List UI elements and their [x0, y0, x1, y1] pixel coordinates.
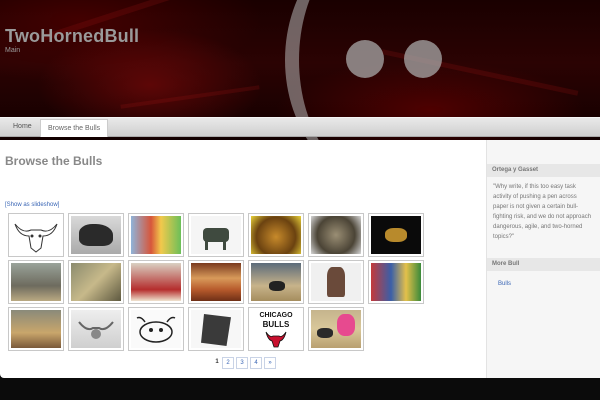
thumbnail-image	[11, 263, 61, 301]
thumbnail-bull-photo[interactable]	[68, 213, 124, 257]
page-title: Browse the Bulls	[5, 154, 103, 168]
sidebar-quote-heading: Ortega y Gasset	[487, 164, 600, 177]
thumbnail-image	[11, 310, 61, 348]
chicago-bulls-head-icon	[265, 331, 287, 348]
pagination-next-button[interactable]: »	[264, 357, 276, 369]
chicago-text: CHICAGO	[259, 312, 293, 319]
banner-texture	[120, 85, 260, 109]
nav-item-browse-the-bulls[interactable]: Browse the Bulls	[40, 119, 109, 137]
thumbnail-image: CHICAGO BULLS	[251, 310, 301, 348]
thumbnail-image	[11, 216, 61, 254]
thumbnail-image	[371, 263, 421, 301]
thumbnail-image	[371, 216, 421, 254]
thumbnail-image	[71, 216, 121, 254]
nav-item-home[interactable]: Home	[6, 120, 39, 134]
thumbnail-golden-bull-head[interactable]	[248, 213, 304, 257]
sidebar-quote-text: "Why write, if this too easy task activi…	[493, 184, 592, 240]
pagination-page-2[interactable]: 2	[222, 357, 234, 369]
bull-horns-icon	[78, 321, 114, 339]
thumbnail-bullfighter-action[interactable]	[8, 307, 64, 351]
main-navigation: Home Browse the Bulls	[0, 117, 600, 137]
bulls-text: BULLS	[262, 320, 290, 329]
thumbnail-bull-artifact-dark[interactable]	[368, 213, 424, 257]
thumbnail-image	[71, 263, 121, 301]
content-area: Browse the Bulls [Show as slideshow] CHI…	[0, 140, 600, 378]
thumbnail-image	[191, 310, 241, 348]
bull-skull-icon	[14, 223, 58, 253]
thumbnail-image	[311, 263, 361, 301]
sidebar-more-bull-heading: More Bull	[487, 258, 600, 271]
thumbnail-bull-logo-silver[interactable]	[68, 307, 124, 351]
show-as-slideshow-link[interactable]: [Show as slideshow]	[5, 202, 59, 208]
thumbnail-bull-skull-sketch[interactable]	[8, 213, 64, 257]
thumbnail-image	[191, 216, 241, 254]
thumbnail-matador-pink-cape[interactable]	[308, 307, 364, 351]
thumbnail-bullfight-arena[interactable]	[8, 260, 64, 304]
pagination-page-4[interactable]: 4	[250, 357, 262, 369]
pagination-current-page: 1	[215, 359, 219, 365]
smiley-right-eye	[404, 40, 442, 78]
thumbnail-image	[311, 216, 361, 254]
thumbnail-bullfight-red-cape[interactable]	[128, 260, 184, 304]
thumbnail-bull-running-festival[interactable]	[368, 260, 424, 304]
thumbnail-image	[251, 216, 301, 254]
thumbnail-image	[131, 310, 181, 348]
thumbnail-chicago-bulls-logo[interactable]: CHICAGO BULLS	[248, 307, 304, 351]
site-tagline: Main	[5, 47, 21, 54]
thumbnail-image	[131, 263, 181, 301]
thumbnail-stone-bull-relief[interactable]	[188, 307, 244, 351]
pagination-page-3[interactable]: 3	[236, 357, 248, 369]
site-title[interactable]: TwoHornedBull	[5, 26, 139, 47]
thumbnail-image	[71, 310, 121, 348]
thumbnail-bull-head-closeup[interactable]	[308, 213, 364, 257]
thumbnail-image	[251, 263, 301, 301]
main-column: Browse the Bulls [Show as slideshow] CHI…	[0, 140, 486, 378]
thumbnail-bull-figurine[interactable]	[188, 213, 244, 257]
footer	[0, 378, 600, 400]
thumbnail-bull-charging-crowd[interactable]	[248, 260, 304, 304]
sidebar-link-bulls[interactable]: Bulls	[498, 281, 511, 287]
thumbnail-bronze-bull-sculpture[interactable]	[308, 260, 364, 304]
thumbnail-image	[131, 216, 181, 254]
sidebar: Ortega y Gasset "Why write, if this too …	[486, 140, 600, 378]
smiley-left-eye	[346, 40, 384, 78]
thumbnail-bull-mosaic[interactable]	[68, 260, 124, 304]
thumbnail-image	[311, 310, 361, 348]
cartoon-bull-icon	[136, 316, 176, 343]
thumbnail-fresco-bull-leaping[interactable]	[188, 260, 244, 304]
thumbnail-painted-bull-statue[interactable]	[128, 213, 184, 257]
thumbnail-cartoon-bull-drawing[interactable]	[128, 307, 184, 351]
thumbnail-image	[191, 263, 241, 301]
